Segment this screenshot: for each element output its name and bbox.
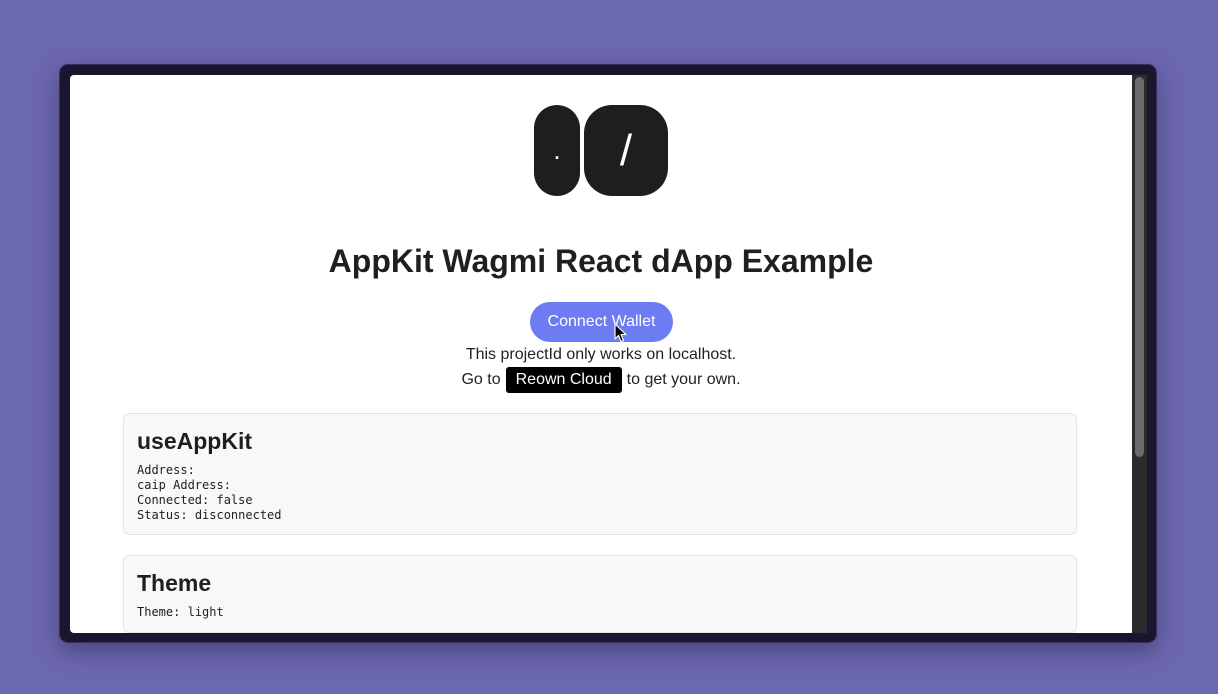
- logo-dot-pill: .: [534, 105, 580, 196]
- status-value: disconnected: [194, 508, 282, 522]
- address-label: Address:: [137, 463, 195, 477]
- app-logo: . /: [534, 105, 668, 196]
- get-your-own-text: to get your own.: [626, 371, 741, 388]
- useappkit-card: useAppKit Address: caip Address: Connect…: [123, 413, 1077, 535]
- useappkit-title: useAppKit: [137, 428, 252, 454]
- theme-label: Theme:: [137, 605, 181, 619]
- connected-label: Connected:: [137, 493, 210, 507]
- page-viewport: . / AppKit Wagmi React dApp Example Conn…: [70, 75, 1132, 633]
- theme-details: Theme: light: [137, 605, 1063, 620]
- projectid-notice: This projectId only works on localhost.: [465, 346, 737, 363]
- connect-wallet-button[interactable]: Connect Wallet: [530, 302, 673, 342]
- theme-card: Theme Theme: light: [123, 555, 1077, 633]
- theme-value: light: [187, 605, 224, 619]
- reown-cloud-link[interactable]: Reown Cloud: [505, 367, 622, 393]
- useappkit-details: Address: caip Address: Connected: false …: [137, 463, 1063, 523]
- logo-slash-glyph: /: [619, 125, 633, 175]
- reown-notice: Go to Reown Cloud to get your own.: [70, 367, 1132, 393]
- mouse-pointer-icon: [614, 323, 627, 343]
- status-label: Status:: [137, 508, 188, 522]
- logo-dot-glyph: .: [553, 135, 561, 165]
- logo-slash-pill: /: [584, 105, 668, 196]
- theme-title: Theme: [137, 570, 212, 596]
- page-title: AppKit Wagmi React dApp Example: [328, 243, 874, 279]
- go-to-text: Go to: [461, 371, 501, 388]
- caip-address-label: caip Address:: [137, 478, 231, 492]
- scrollbar-thumb[interactable]: [1135, 77, 1144, 457]
- vertical-scrollbar[interactable]: [1132, 75, 1147, 633]
- connected-value: false: [216, 493, 253, 507]
